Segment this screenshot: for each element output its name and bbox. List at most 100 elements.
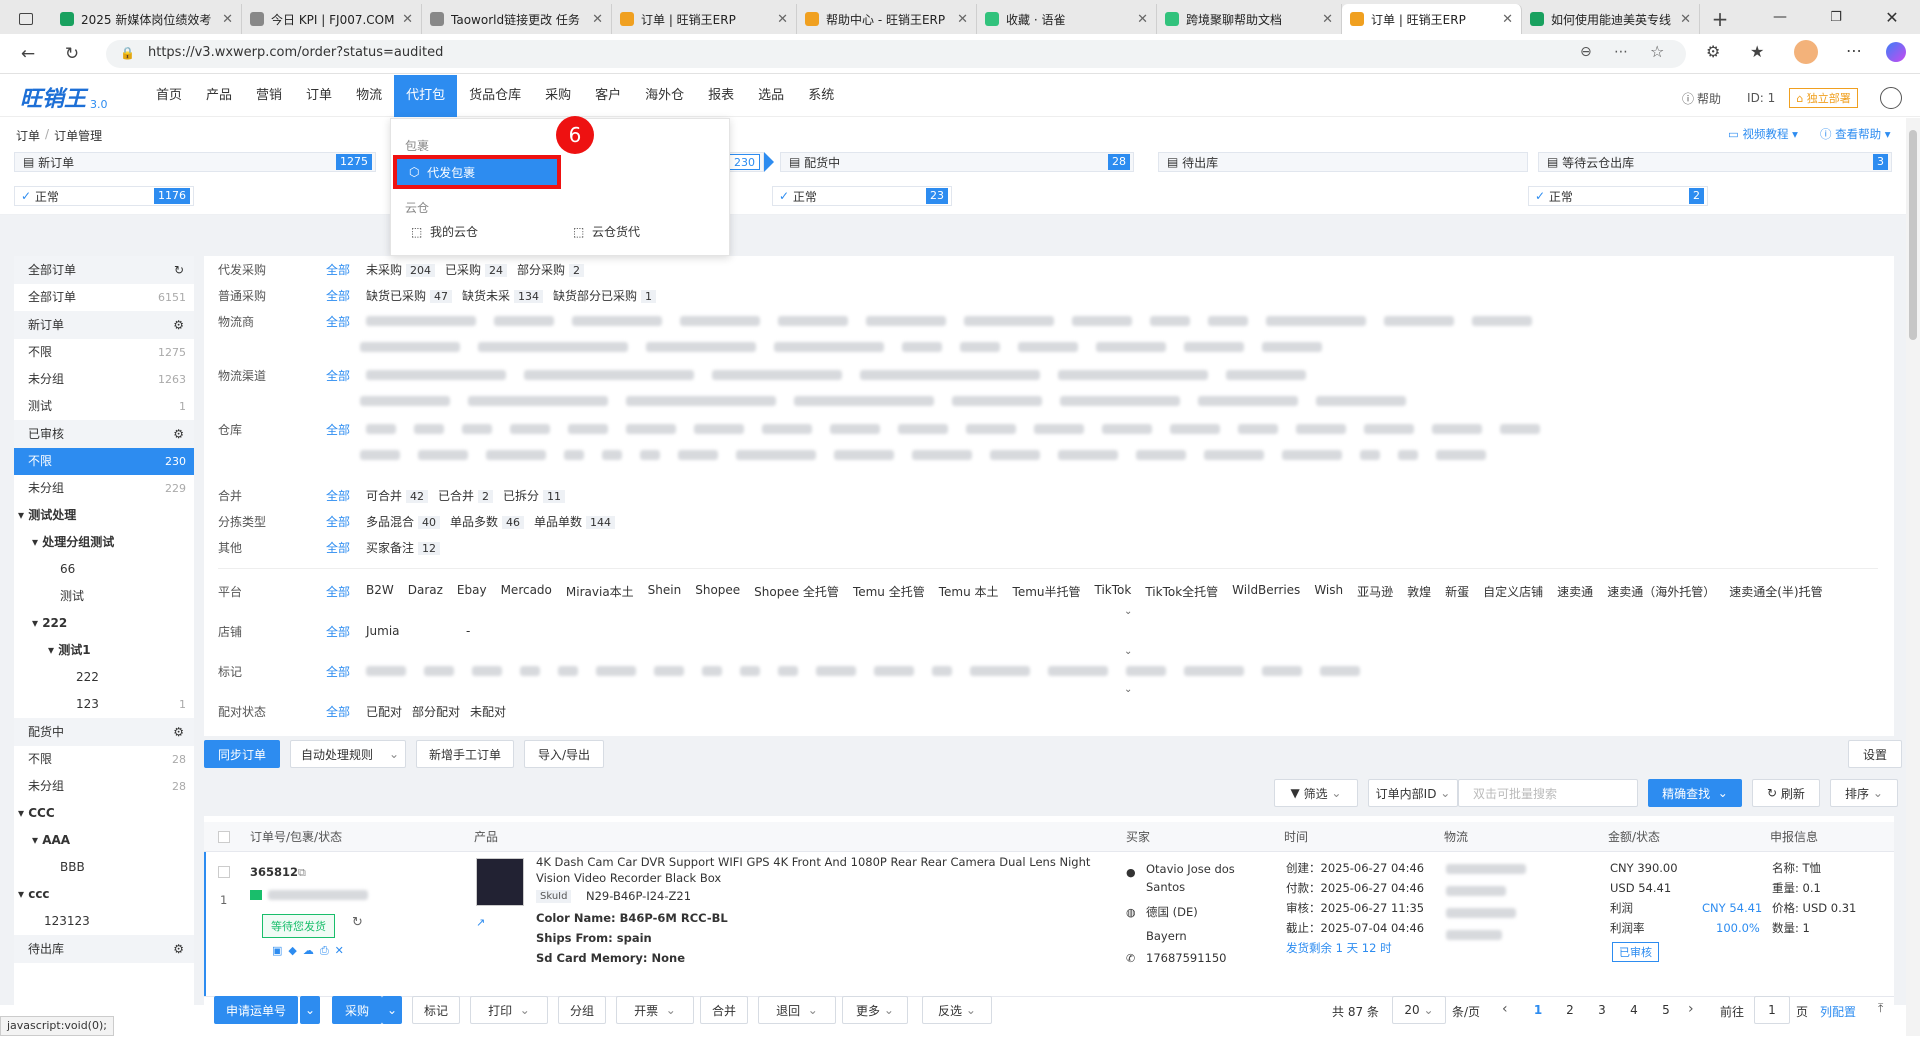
filter-option[interactable]: 缺货未采 134 — [462, 287, 544, 304]
redacted-option[interactable] — [712, 370, 842, 380]
filter-option-platform[interactable]: Shopee — [695, 583, 740, 600]
filter-option[interactable]: 多品混合 40 — [366, 513, 441, 530]
filter-option-platform[interactable]: Ebay — [457, 583, 487, 600]
redacted-option[interactable] — [960, 342, 1000, 352]
redacted-option[interactable] — [366, 370, 506, 380]
filter-option[interactable]: 未配对 — [470, 703, 506, 720]
filter-option-platform[interactable]: 速卖通 — [1557, 583, 1593, 600]
gear-icon[interactable]: ⚙ — [173, 420, 184, 448]
filter-option-platform[interactable]: Daraz — [408, 583, 443, 600]
tree-node[interactable]: ▾ 测试1 — [14, 637, 194, 664]
filter-option-platform[interactable]: 速卖通全(半)托管 — [1729, 583, 1822, 600]
menu-item-cloud-forwarder[interactable]: ⬚ 云仓货代 — [573, 223, 640, 240]
redacted-option[interactable] — [1384, 316, 1454, 326]
new-manual-order-button[interactable]: 新增手工订单 — [416, 740, 514, 768]
gear-icon[interactable]: ⚙ — [173, 718, 184, 746]
close-tab-icon[interactable]: ✕ — [951, 12, 968, 27]
redacted-option[interactable] — [1126, 666, 1166, 676]
close-tab-icon[interactable]: ✕ — [1316, 12, 1333, 27]
redacted-option[interactable] — [1018, 342, 1078, 352]
browser-tab[interactable]: 如何使用能迪美英专线 ✕ — [1522, 4, 1700, 34]
redacted-option[interactable] — [1320, 666, 1360, 676]
redacted-option[interactable] — [1266, 316, 1366, 326]
filter-option[interactable]: 缺货部分已采购 1 — [553, 287, 657, 304]
purchase-dropdown[interactable]: ⌄ — [382, 996, 402, 1024]
redacted-option[interactable] — [1436, 450, 1486, 460]
page-number[interactable]: 2 — [1554, 1003, 1586, 1017]
page-number[interactable]: 1 — [1522, 1003, 1554, 1017]
redacted-option[interactable] — [360, 342, 460, 352]
copilot-icon[interactable] — [1886, 42, 1906, 62]
menu-item[interactable]: 采购 — [533, 75, 583, 117]
tree-node[interactable]: ▾ ccc — [14, 881, 194, 908]
product-title[interactable]: 4K Dash Cam Car DVR Support WIFI GPS 4K … — [536, 854, 1106, 886]
tab-actions-icon[interactable] — [0, 4, 52, 34]
more-menu-icon[interactable]: ⋯ — [1846, 41, 1862, 60]
restore-icon[interactable]: ❐ — [1808, 10, 1864, 25]
filter-option-platform[interactable]: Temu半托管 — [1013, 583, 1081, 600]
menu-item[interactable]: 系统 — [796, 75, 846, 117]
menu-item-my-cloud[interactable]: ⬚ 我的云仓 — [411, 223, 478, 240]
redacted-option[interactable] — [1184, 666, 1244, 676]
redacted-option[interactable] — [1262, 666, 1302, 676]
more-button[interactable]: 更多 ⌄ — [842, 996, 908, 1024]
menu-item[interactable]: 营销 — [244, 75, 294, 117]
redacted-option[interactable] — [1060, 396, 1180, 406]
sidebar-group-audited[interactable]: 已审核 ⚙ — [14, 420, 194, 448]
sidebar-item[interactable]: 测试 1 — [14, 393, 194, 420]
redacted-option[interactable] — [1072, 316, 1132, 326]
refresh-button[interactable]: ↻ 刷新 — [1752, 779, 1820, 807]
redacted-option[interactable] — [778, 666, 798, 676]
sync-orders-button[interactable]: 同步订单 — [204, 740, 280, 768]
audited-badge[interactable]: 已审核 — [1612, 942, 1659, 962]
redacted-option[interactable] — [1034, 424, 1084, 434]
pipeline-picking-normal[interactable]: ✓ 正常 23 — [772, 186, 952, 206]
redacted-option[interactable] — [1058, 370, 1208, 380]
menu-item[interactable]: 首页 — [144, 75, 194, 117]
redacted-option[interactable] — [366, 316, 476, 326]
filter-option[interactable]: 单品多数 46 — [450, 513, 525, 530]
redacted-option[interactable] — [1360, 450, 1380, 460]
redacted-option[interactable] — [678, 450, 718, 460]
breadcrumb-orders[interactable]: 订单 — [16, 127, 40, 144]
filter-option-platform[interactable]: Temu 本土 — [939, 583, 999, 600]
back-to-top-icon[interactable]: ⤒ — [1878, 1001, 1883, 1016]
redacted-option[interactable] — [1102, 424, 1152, 434]
pipeline-cloud-normal[interactable]: ✓ 正常 2 — [1528, 186, 1708, 206]
pipeline-picking[interactable]: ▤ 配货中 28 — [780, 152, 1134, 172]
redacted-option[interactable] — [830, 424, 880, 434]
filter-all[interactable]: 全部 — [326, 367, 356, 384]
expand-icon[interactable]: ⌄ — [1124, 646, 1132, 657]
filter-option-platform[interactable]: Shopee 全托管 — [754, 583, 839, 600]
redacted-option[interactable] — [932, 666, 952, 676]
tree-node[interactable]: ▾ 测试处理 — [14, 502, 194, 529]
filter-option-platform[interactable]: Shein — [648, 583, 682, 600]
redacted-option[interactable] — [1282, 450, 1342, 460]
redacted-option[interactable] — [680, 316, 760, 326]
redacted-option[interactable] — [762, 424, 812, 434]
invoice-button[interactable]: 开票 ⌄ — [616, 996, 694, 1024]
filter-option-platform[interactable]: 新蛋 — [1445, 583, 1469, 600]
filter-option[interactable]: 未采购 204 — [366, 261, 436, 278]
pipeline-to-ship[interactable]: ▤ 待出库 — [1158, 152, 1528, 172]
filter-all[interactable]: 全部 — [326, 513, 356, 530]
redacted-option[interactable] — [774, 342, 884, 352]
status-badge[interactable]: 等待您发货 — [262, 914, 335, 938]
filter-option[interactable]: 单品单数 144 — [534, 513, 616, 530]
tree-node[interactable]: 222 — [14, 664, 194, 691]
redacted-option[interactable] — [1472, 316, 1532, 326]
redacted-option[interactable] — [740, 666, 760, 676]
row-action-icons[interactable]: ▣◆☁⎙✕ — [272, 944, 350, 958]
sidebar-item[interactable]: 未分组 229 — [14, 475, 194, 502]
close-tab-icon[interactable]: ✕ — [216, 12, 233, 27]
redacted-option[interactable] — [778, 316, 848, 326]
video-tutorial-link[interactable]: ▭ 视频教程 ▾ — [1728, 126, 1798, 142]
search-input[interactable]: 双击可批量搜索 — [1458, 779, 1638, 807]
redacted-option[interactable] — [424, 666, 454, 676]
sidebar-group-picking[interactable]: 配货中 ⚙ — [14, 718, 194, 746]
redacted-option[interactable] — [568, 424, 608, 434]
favorites-icon[interactable]: ★ — [1750, 42, 1764, 61]
sidebar-item[interactable]: 未分组 28 — [14, 773, 194, 800]
redacted-option[interactable] — [874, 666, 914, 676]
redacted-option[interactable] — [520, 666, 540, 676]
